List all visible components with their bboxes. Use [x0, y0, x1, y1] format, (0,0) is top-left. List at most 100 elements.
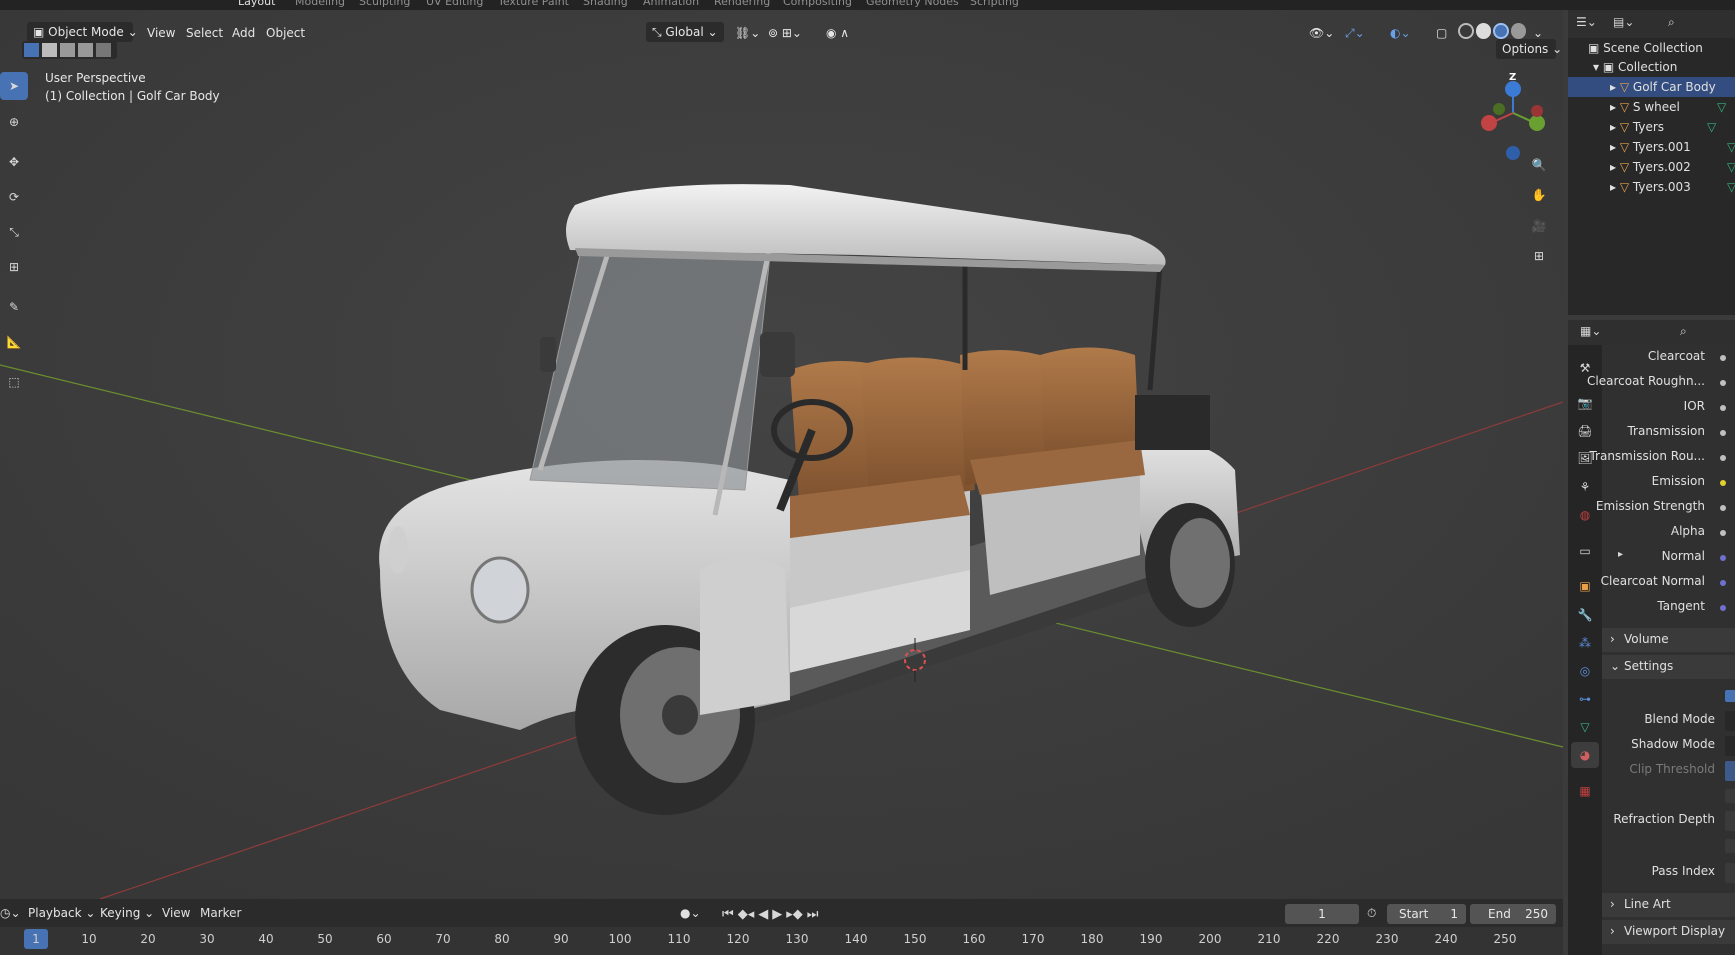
tab-scripting[interactable]: Scripting — [970, 0, 1019, 8]
timeline-menu-marker[interactable]: Marker — [200, 906, 241, 920]
object-tab[interactable]: ▣ — [1571, 573, 1599, 599]
option-checkbox[interactable] — [1725, 789, 1735, 803]
play-icon[interactable]: ▶ — [772, 907, 782, 922]
menu-add[interactable]: Add — [232, 26, 255, 40]
refraction-depth-field[interactable] — [1725, 811, 1735, 831]
tab-compositing[interactable]: Compositing — [783, 0, 852, 8]
prop-row-blend-mode[interactable]: Blend Mode — [1602, 708, 1735, 733]
outliner-item[interactable]: ▸ ▽ Tyers.002 ▽ — [1610, 157, 1735, 177]
viewport-display-section-header[interactable]: › Viewport Display — [1602, 920, 1735, 944]
prop-row-transmission[interactable]: Transmission — [1602, 420, 1735, 445]
tab-uv-editing[interactable]: UV Editing — [426, 0, 483, 8]
editor-type-icon[interactable]: ☰⌄ — [1576, 15, 1597, 29]
prop-row-emission-strength[interactable]: Emission Strength — [1596, 495, 1735, 520]
jump-start-icon[interactable]: ⏮ — [722, 907, 734, 922]
option-checkbox[interactable] — [1725, 839, 1735, 853]
scene-tab[interactable]: ⚘ — [1571, 474, 1599, 500]
socket-dot[interactable] — [1720, 480, 1726, 486]
tab-animation[interactable]: Animation — [643, 0, 699, 8]
outliner-item[interactable]: ▸ ▽ Tyers.001 ▽ — [1610, 137, 1735, 157]
visibility-icon[interactable]: 👁⌄ — [1309, 26, 1334, 40]
socket-dot[interactable] — [1720, 405, 1726, 411]
menu-object[interactable]: Object — [266, 26, 305, 40]
measure-tool[interactable]: 📐 — [0, 328, 28, 356]
collection-row[interactable]: ▾ ▣ Collection — [1593, 57, 1677, 77]
select-box-tool[interactable]: ➤ — [0, 72, 28, 100]
prop-row-tangent[interactable]: Tangent — [1602, 595, 1735, 620]
socket-dot[interactable] — [1720, 430, 1726, 436]
prop-row-alpha[interactable]: Alpha — [1602, 520, 1735, 545]
menu-view[interactable]: View — [147, 26, 175, 40]
gizmo-icon[interactable]: ⤢⌄ — [1345, 26, 1365, 41]
prop-row-pass-index[interactable]: Pass Index — [1602, 860, 1735, 885]
settings-checkbox[interactable] — [1725, 690, 1735, 702]
prop-row-emission[interactable]: Emission — [1602, 470, 1735, 495]
outliner-item[interactable]: ▸ ▽ Golf Car Body — [1568, 77, 1735, 97]
end-frame-field[interactable]: End 250 — [1470, 904, 1556, 924]
add-cube-tool[interactable]: ⬚ — [0, 368, 28, 396]
timeline-menu-view[interactable]: View — [162, 906, 190, 920]
socket-dot[interactable] — [1720, 455, 1726, 461]
material-preview-icon[interactable] — [1493, 23, 1509, 39]
shadow-mode-dropdown[interactable] — [1725, 736, 1735, 756]
ortho-toggle-button[interactable]: ⊞ — [1524, 243, 1554, 269]
pivot-icon[interactable]: ⛓⌄ — [735, 26, 760, 40]
solid-shading-icon[interactable] — [1475, 23, 1491, 39]
physics-tab[interactable]: ◎ — [1571, 658, 1599, 684]
xray-icon[interactable]: ▢ — [1436, 26, 1447, 40]
keying-menu[interactable]: Keying ⌄ — [94, 903, 154, 923]
jump-end-icon[interactable]: ⏭ — [807, 907, 819, 922]
tab-sculpting[interactable]: Sculpting — [359, 0, 410, 8]
socket-dot[interactable] — [1720, 380, 1726, 386]
material-tab[interactable]: ◕ — [1571, 742, 1599, 768]
collection-tab[interactable]: ▭ — [1571, 538, 1599, 564]
play-reverse-icon[interactable]: ◀ — [758, 907, 768, 922]
prop-row-normal[interactable]: ▸ Normal — [1602, 545, 1735, 570]
settings-section-header[interactable]: ⌄ Settings — [1602, 655, 1735, 679]
search-icon[interactable]: ⌕ — [1668, 15, 1675, 30]
pass-index-field[interactable] — [1725, 863, 1735, 883]
menu-select[interactable]: Select — [186, 26, 223, 40]
rotate-tool[interactable]: ⟳ — [0, 183, 28, 211]
prop-row-refraction-depth[interactable]: Refraction Depth — [1602, 808, 1735, 833]
render-tab[interactable]: 📷 — [1571, 390, 1599, 416]
rendered-shading-icon[interactable] — [1510, 23, 1526, 39]
world-tab[interactable]: ◍ — [1571, 502, 1599, 528]
tab-geometry-nodes[interactable]: Geometry Nodes — [866, 0, 959, 8]
3d-viewport[interactable] — [0, 10, 1563, 899]
prop-row-clearcoat-normal[interactable]: Clearcoat Normal — [1601, 570, 1735, 595]
camera-view-button[interactable]: 🎥 — [1524, 213, 1554, 239]
socket-dot[interactable] — [1720, 355, 1726, 361]
prop-row-shadow-mode[interactable]: Shadow Mode — [1602, 733, 1735, 758]
tab-rendering[interactable]: Rendering — [714, 0, 770, 8]
annotate-tool[interactable]: ✎ — [0, 293, 28, 321]
pan-button[interactable]: ✋ — [1524, 182, 1554, 208]
output-tab[interactable]: 🖨 — [1571, 418, 1599, 444]
select-subtract-icon[interactable] — [60, 43, 75, 57]
texture-tab[interactable]: ▦ — [1571, 778, 1599, 804]
scale-tool[interactable]: ⤡ — [0, 218, 28, 246]
search-icon[interactable]: ⌕ — [1680, 324, 1687, 339]
start-frame-field[interactable]: Start 1 — [1387, 904, 1466, 924]
playback-menu[interactable]: Playback ⌄ — [22, 903, 95, 923]
editor-type-icon[interactable]: ◷⌄ — [0, 906, 21, 920]
line-art-section-header[interactable]: › Line Art — [1602, 893, 1735, 917]
proportional-edit-icon[interactable]: ◉ ∧ — [826, 26, 849, 40]
constraints-tab[interactable]: ⊶ — [1571, 686, 1599, 712]
socket-dot[interactable] — [1720, 530, 1726, 536]
prop-row-clearcoat[interactable]: Clearcoat — [1602, 345, 1735, 370]
cursor-tool[interactable]: ⊕ — [0, 108, 28, 136]
editor-type-icon[interactable]: ▦⌄ — [1580, 324, 1601, 338]
tab-shading[interactable]: Shading — [583, 0, 628, 8]
select-new-icon[interactable] — [24, 43, 39, 57]
mode-dropdown[interactable]: ▣ Object Mode ⌄ — [27, 22, 138, 42]
options-dropdown[interactable]: Options ⌄ — [1496, 39, 1562, 59]
transform-tool[interactable]: ⊞ — [0, 253, 28, 281]
select-extend-icon[interactable] — [42, 43, 57, 57]
particles-tab[interactable]: ⁂ — [1571, 630, 1599, 656]
blend-mode-dropdown[interactable] — [1725, 711, 1735, 731]
overlay-icon[interactable]: ◐⌄ — [1390, 26, 1411, 40]
scene-collection-row[interactable]: ▣ Scene Collection — [1588, 38, 1703, 58]
stopwatch-icon[interactable]: ⏱ — [1367, 906, 1376, 921]
socket-dot[interactable] — [1720, 555, 1726, 561]
